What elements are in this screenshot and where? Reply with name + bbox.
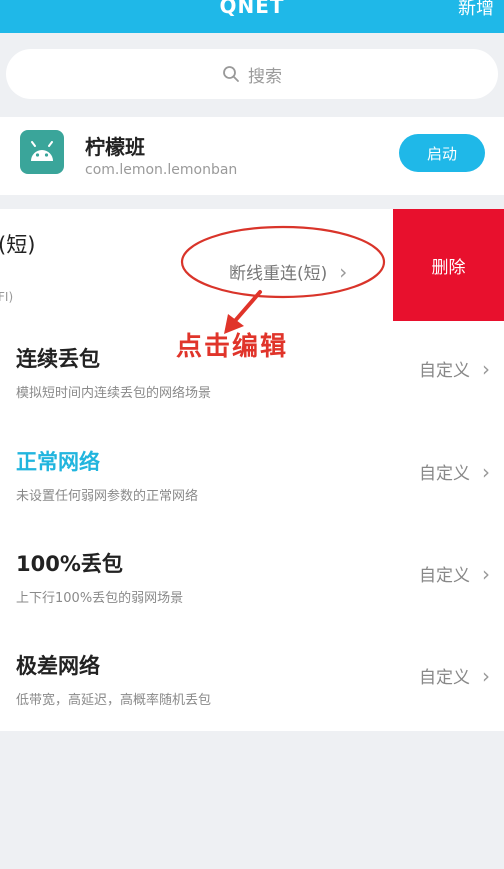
customize-label: 自定义 <box>419 361 470 381</box>
scenario-title: 100%丢包 <box>16 552 123 576</box>
app-title: QNET <box>219 0 285 18</box>
chevron-right-icon: › <box>482 459 490 484</box>
scenario-desc: 上下行100%丢包的弱网场景 <box>16 591 184 606</box>
search-icon <box>223 66 239 82</box>
customize-label: 自定义 <box>419 668 470 688</box>
scenario-desc: 模拟短时间内连续丢包的网络场景 <box>16 386 212 401</box>
scenario-title: 极差网络 <box>16 654 100 678</box>
scenario-desc: 低带宽，高延迟，高概率随机丢包 <box>16 693 212 708</box>
annotation-circle <box>180 225 386 299</box>
scenario-desc: 未设置任何弱网参数的正常网络 <box>16 489 199 504</box>
chevron-right-icon: › <box>482 561 490 586</box>
app-card: 柠檬班 com.lemon.lemonban 启动 <box>0 117 504 195</box>
scenario-title: 正常网络 <box>16 450 100 474</box>
list-item[interactable]: 100%丢包 上下行100%丢包的弱网场景 自定义 › <box>0 525 504 628</box>
top-bar: QNET 新增 <box>0 0 504 33</box>
customize-link[interactable]: 自定义 › <box>419 356 490 382</box>
customize-link[interactable]: 自定义 › <box>419 561 490 587</box>
chevron-right-icon: › <box>482 356 490 381</box>
android-icon <box>20 130 64 174</box>
app-package: com.lemon.lemonban <box>85 162 238 178</box>
add-button[interactable]: 新增 <box>458 0 494 20</box>
swiped-row-subtitle: FI) <box>0 290 14 304</box>
delete-button[interactable]: 删除 <box>393 209 504 321</box>
customize-link[interactable]: 自定义 › <box>419 459 490 485</box>
customize-label: 自定义 <box>419 566 470 586</box>
list-item[interactable]: 正常网络 未设置任何弱网参数的正常网络 自定义 › <box>0 423 504 526</box>
customize-link[interactable]: 自定义 › <box>419 663 490 689</box>
chevron-right-icon: › <box>482 663 490 688</box>
app-name: 柠檬班 <box>85 135 145 159</box>
swiped-row-title: (短) <box>0 233 36 257</box>
annotation-label: 点击编辑 <box>176 332 289 362</box>
search-input[interactable]: 搜索 <box>6 49 498 99</box>
search-placeholder: 搜索 <box>248 66 282 87</box>
search-area: 搜索 <box>0 33 504 115</box>
customize-label: 自定义 <box>419 464 470 484</box>
list-item[interactable]: 极差网络 低带宽，高延迟，高概率随机丢包 自定义 › <box>0 627 504 730</box>
start-button[interactable]: 启动 <box>399 134 485 172</box>
scenario-title: 连续丢包 <box>16 347 100 371</box>
